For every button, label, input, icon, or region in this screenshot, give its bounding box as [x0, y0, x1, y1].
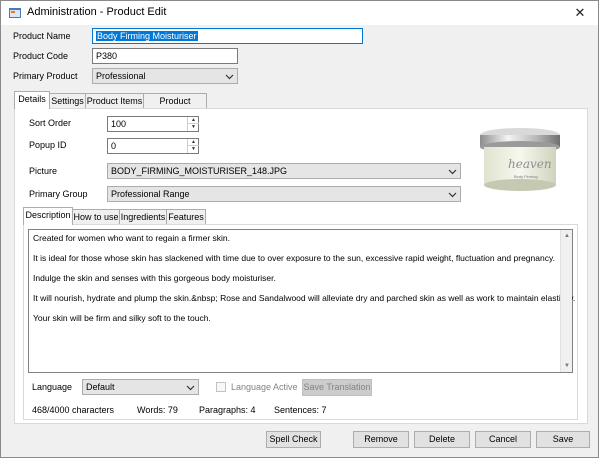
product-edit-window: Administration - Product Edit ✕ Product …: [0, 0, 599, 458]
description-line: Your skin will be firm and silky soft to…: [33, 313, 211, 323]
sort-order-stepper[interactable]: 100 ▲ ▼: [107, 116, 199, 132]
description-textarea[interactable]: Created for women who want to regain a f…: [28, 229, 576, 373]
spin-down-icon[interactable]: ▼: [188, 146, 199, 153]
description-line: Created for women who want to regain a f…: [33, 233, 231, 243]
chevron-down-icon: [448, 169, 457, 175]
language-active-checkbox[interactable]: [216, 382, 226, 392]
tab-details[interactable]: Details: [14, 91, 50, 109]
tab-how-to-use[interactable]: How to use: [72, 209, 120, 225]
chevron-down-icon: [225, 74, 234, 80]
scroll-up-icon[interactable]: ▲: [561, 230, 573, 242]
save-translation-button[interactable]: Save Translation: [302, 379, 372, 396]
title-bar: Administration - Product Edit ✕: [1, 1, 598, 25]
sort-order-value: 100: [111, 119, 127, 129]
description-line: It is ideal for those whose skin has sla…: [33, 253, 555, 263]
details-panel: Sort Order 100 ▲ ▼ Popup ID 0 ▲ ▼ Picture …: [14, 108, 588, 424]
spin-up-icon[interactable]: ▲: [188, 117, 199, 124]
language-active-label: Language Active: [231, 382, 298, 392]
description-line: It will nourish, hydrate and plump the s…: [33, 293, 576, 303]
description-line: Indulge the skin and senses with this go…: [33, 273, 276, 283]
language-select[interactable]: Default: [82, 379, 199, 395]
tab-settings[interactable]: Settings: [49, 93, 86, 109]
product-code-input[interactable]: P380: [92, 48, 238, 64]
product-name-value: Body Firming Moisturiser: [96, 31, 198, 41]
primary-group-value: Professional Range: [111, 189, 190, 199]
primary-product-select[interactable]: Professional: [92, 68, 238, 84]
cancel-button[interactable]: Cancel: [475, 431, 531, 448]
popup-id-value: 0: [111, 141, 117, 151]
spell-check-button[interactable]: Spell Check: [266, 431, 321, 448]
description-text: Created for women who want to regain a f…: [33, 233, 576, 333]
product-name-input[interactable]: Body Firming Moisturiser: [92, 28, 363, 44]
picture-label: Picture: [29, 166, 58, 176]
save-button[interactable]: Save: [536, 431, 590, 448]
word-count: Words: 79: [137, 405, 178, 415]
chevron-down-icon: [186, 385, 195, 391]
tab-product-items[interactable]: Product Items: [85, 93, 144, 109]
language-label: Language: [32, 382, 73, 392]
primary-product-label: Primary Product: [13, 71, 78, 81]
delete-button[interactable]: Delete: [414, 431, 470, 448]
tab-product-groups[interactable]: Product Groups: [143, 93, 207, 120]
picture-value: BODY_FIRMING_MOISTURISER_148.JPG: [111, 166, 288, 176]
primary-group-select[interactable]: Professional Range: [107, 186, 461, 202]
vertical-scrollbar[interactable]: ▲ ▼: [560, 230, 572, 372]
product-name-label: Product Name: [13, 31, 71, 41]
popup-id-stepper[interactable]: 0 ▲ ▼: [107, 138, 199, 154]
product-image: heaven Body Firming: [470, 119, 570, 199]
description-panel: Created for women who want to regain a f…: [23, 224, 578, 420]
chevron-down-icon: [448, 192, 457, 198]
tab-ingredients[interactable]: Ingredients: [119, 209, 167, 225]
spin-up-icon[interactable]: ▲: [188, 139, 199, 146]
sentence-count: Sentences: 7: [274, 405, 327, 415]
spin-down-icon[interactable]: ▼: [188, 124, 199, 131]
product-image-line: Body Firming: [514, 174, 538, 179]
character-count: 468/4000 characters: [32, 405, 115, 415]
popup-id-label: Popup ID: [29, 140, 67, 150]
primary-group-label: Primary Group: [29, 189, 88, 199]
picture-select[interactable]: BODY_FIRMING_MOISTURISER_148.JPG: [107, 163, 461, 179]
close-icon[interactable]: ✕: [570, 3, 590, 23]
primary-product-value: Professional: [96, 71, 146, 81]
language-value: Default: [86, 382, 115, 392]
sort-order-label: Sort Order: [29, 118, 72, 128]
product-image-brand: heaven: [508, 157, 552, 171]
tab-features[interactable]: Features: [166, 209, 206, 225]
product-code-label: Product Code: [13, 51, 69, 61]
remove-button[interactable]: Remove: [353, 431, 409, 448]
app-icon: [9, 8, 21, 18]
paragraph-count: Paragraphs: 4: [199, 405, 256, 415]
window-title: Administration - Product Edit: [27, 6, 167, 18]
tab-description[interactable]: Description: [23, 207, 73, 225]
scroll-down-icon[interactable]: ▼: [561, 360, 573, 372]
